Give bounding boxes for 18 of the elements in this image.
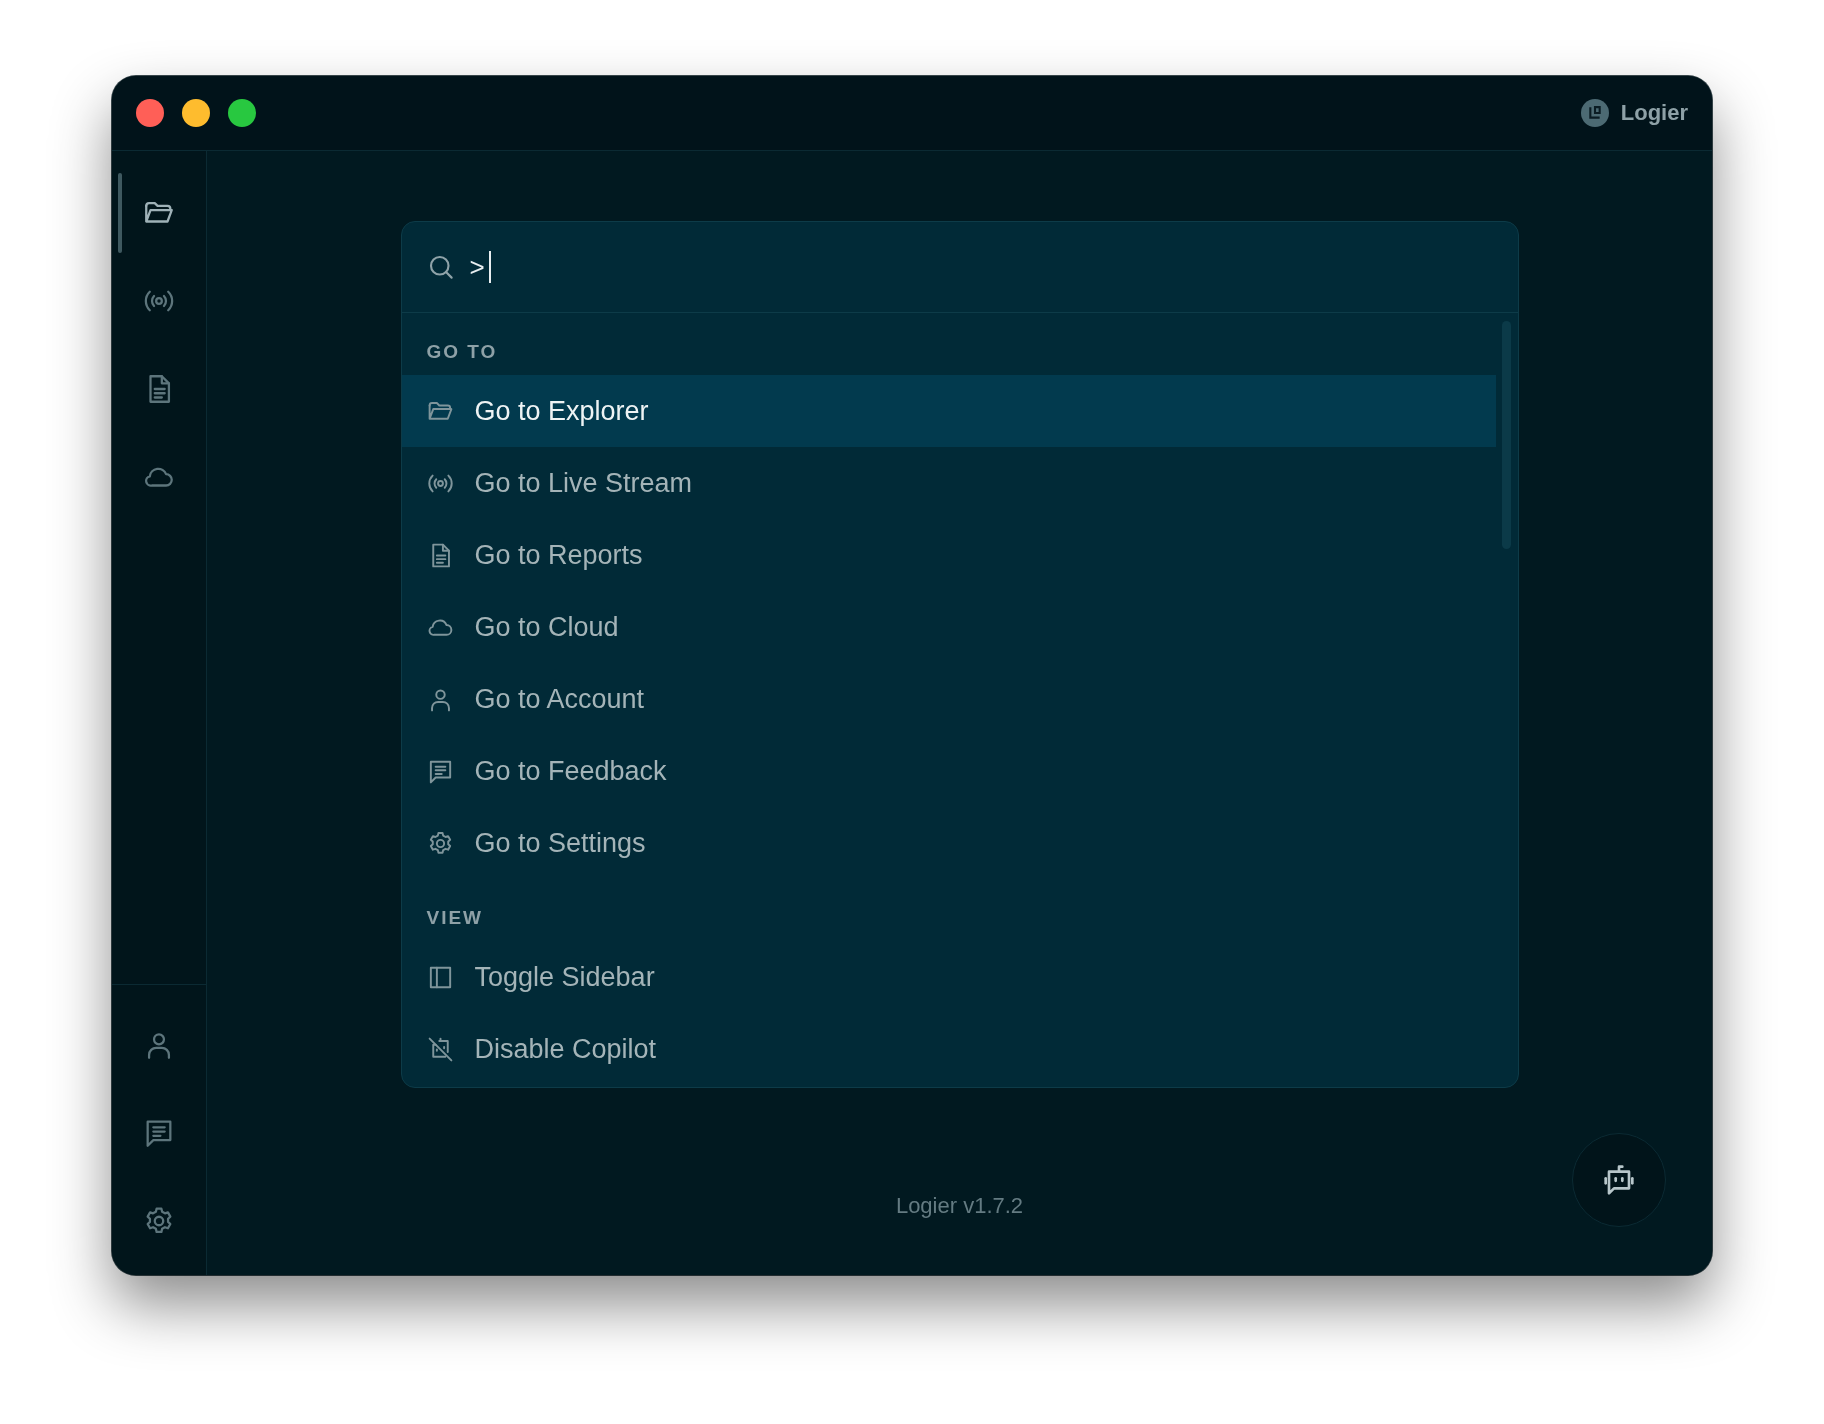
section-heading: VIEW [425, 906, 485, 930]
command-item[interactable]: Go to Settings [401, 807, 1496, 879]
command-item[interactable]: Go to Account [401, 663, 1496, 735]
avatar-icon [1580, 99, 1609, 127]
version-label: Logier v1.7.2 [895, 1193, 1024, 1219]
maximize-button[interactable] [228, 99, 256, 127]
command-item[interactable]: Go to Explorer [401, 375, 1496, 447]
command-item[interactable]: Go to Reports [401, 519, 1496, 591]
command-item[interactable]: Go to Live Stream [401, 447, 1496, 519]
section-heading: GO TO [425, 340, 499, 364]
command-item[interactable]: Disable Copilot [401, 1013, 1496, 1085]
command-item[interactable]: Toggle Sidebar [401, 941, 1496, 1013]
search-field[interactable]: > [401, 222, 1518, 313]
command-item[interactable]: Go to Cloud [401, 591, 1496, 663]
command-item[interactable]: Go to Feedback [401, 735, 1496, 807]
account-name[interactable]: Logier [1620, 100, 1688, 126]
close-button[interactable] [136, 99, 164, 127]
minimize-button[interactable] [182, 99, 210, 127]
